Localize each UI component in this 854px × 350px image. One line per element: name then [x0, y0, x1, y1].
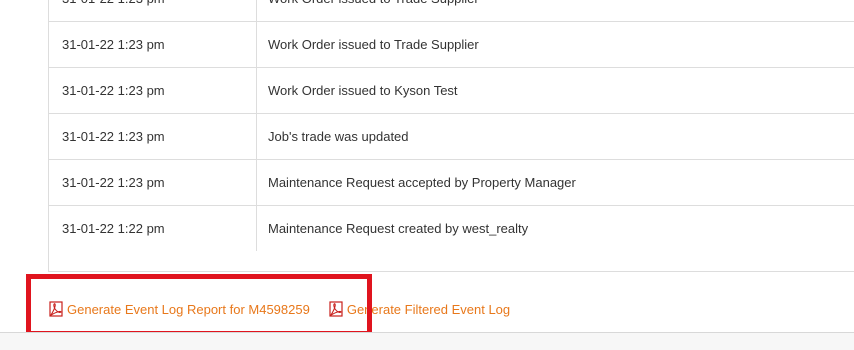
table-row: 31-01-22 1:23 pm Maintenance Request acc…: [49, 159, 854, 205]
table-row: 31-01-22 1:23 pm Job's trade was updated…: [49, 113, 854, 159]
event-description: Work Order issued to Trade Supplier: [257, 22, 854, 67]
event-date: 31-01-22 1:23 pm: [49, 114, 257, 159]
pdf-icon: [49, 301, 63, 317]
event-description: Maintenance Request accepted by Property…: [257, 160, 854, 205]
event-date: 31-01-22 1:22 pm: [49, 206, 257, 251]
generate-event-log-report-label: Generate Event Log Report for M4598259: [67, 301, 310, 317]
event-date: 31-01-22 1:23 pm: [49, 68, 257, 113]
pdf-icon: [329, 301, 343, 317]
event-date: 31-01-22 1:23 pm: [49, 160, 257, 205]
table-row: 31-01-22 1:22 pm Maintenance Request cre…: [49, 205, 854, 251]
event-description: Maintenance Request created by west_real…: [257, 206, 854, 251]
event-date: 31-01-22 1:23 pm: [49, 22, 257, 67]
generate-filtered-event-log-label: Generate Filtered Event Log: [346, 301, 511, 317]
event-log-actions: Generate Event Log Report for M4598259 G…: [48, 298, 510, 320]
event-description: Job's trade was updated: [257, 114, 854, 159]
table-row: 31-01-22 1:23 pm Work Order issued to Tr…: [49, 21, 854, 67]
footer-bar: [0, 333, 854, 350]
event-description: Work Order issued to Kyson Test: [257, 68, 854, 113]
generate-event-log-report-link[interactable]: Generate Event Log Report for M4598259: [48, 301, 310, 317]
event-log-table: 31-01-22 1:23 pm Work Order issued to Tr…: [48, 0, 854, 272]
table-row: 31-01-22 1:23 pm Work Order issued to Ky…: [49, 67, 854, 113]
event-description: Work Order issued to Trade Supplier: [257, 0, 854, 21]
generate-filtered-event-log-link[interactable]: Generate Filtered Event Log: [328, 301, 510, 317]
table-row: 31-01-22 1:23 pm Work Order issued to Tr…: [49, 0, 854, 21]
event-date: 31-01-22 1:23 pm: [49, 0, 257, 21]
